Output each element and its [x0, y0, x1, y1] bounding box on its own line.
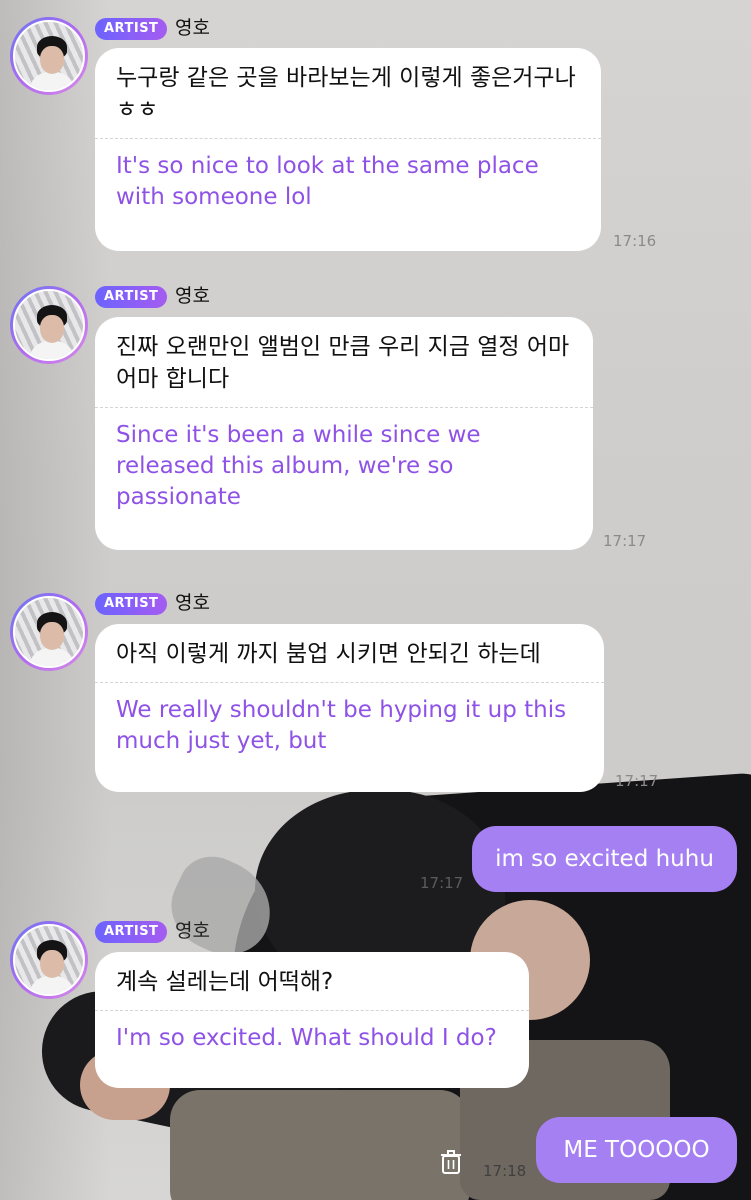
message-translation: It's so nice to look at the same place w… [116, 153, 539, 210]
artist-name: 영호 [175, 920, 210, 942]
artist-avatar[interactable] [10, 286, 88, 364]
translation-divider [95, 407, 593, 408]
message-korean: 계속 설레는데 어떡해? [116, 969, 334, 995]
message-translation: We really shouldn't be hyping it up this… [116, 697, 567, 754]
artist-badge: ARTIST [95, 18, 168, 40]
artist-badge: ARTIST [95, 593, 168, 615]
artist-avatar[interactable] [10, 17, 88, 95]
message-time: 17:17 [603, 532, 647, 550]
message-translation: I'm so excited. What should I do? [116, 1025, 497, 1051]
chat-thread: ARTIST 영호 누구랑 같은 곳을 바라보는게 이렇게 좋은거구나 ㅎㅎ I… [0, 0, 751, 1200]
message-time: 17:16 [613, 232, 657, 250]
trash-icon[interactable] [440, 1150, 462, 1174]
translation-divider [95, 682, 604, 683]
artist-message-bubble[interactable]: 계속 설레는데 어떡해? I'm so excited. What should… [95, 952, 529, 1088]
message-korean: 아직 이렇게 까지 붐업 시키면 안되긴 하는데 [116, 641, 541, 667]
translation-divider [95, 138, 601, 139]
artist-message-bubble[interactable]: 아직 이렇게 까지 붐업 시키면 안되긴 하는데 We really shoul… [95, 624, 604, 792]
artist-name: 영호 [175, 285, 210, 307]
message-translation: Since it's been a while since we release… [116, 422, 481, 510]
message-korean: 누구랑 같은 곳을 바라보는게 이렇게 좋은거구나 ㅎㅎ [116, 65, 576, 123]
message-time: 17:17 [615, 772, 659, 790]
message-korean: 진짜 오랜만인 앨범인 만큼 우리 지금 열정 어마어마 합니다 [116, 334, 570, 392]
my-message-bubble[interactable]: ME TOOOOO [536, 1117, 737, 1183]
artist-badge: ARTIST [95, 921, 168, 943]
translation-divider [95, 1010, 529, 1011]
artist-badge: ARTIST [95, 286, 168, 308]
artist-avatar[interactable] [10, 593, 88, 671]
my-message-time: 17:17 [420, 874, 464, 892]
artist-name: 영호 [175, 17, 210, 39]
my-message-time: 17:18 [483, 1162, 527, 1180]
artist-avatar[interactable] [10, 921, 88, 999]
my-message-bubble[interactable]: im so excited huhu [472, 826, 737, 892]
artist-message-bubble[interactable]: 누구랑 같은 곳을 바라보는게 이렇게 좋은거구나 ㅎㅎ It's so nic… [95, 48, 601, 251]
artist-name: 영호 [175, 592, 210, 614]
artist-message-bubble[interactable]: 진짜 오랜만인 앨범인 만큼 우리 지금 열정 어마어마 합니다 Since i… [95, 317, 593, 550]
